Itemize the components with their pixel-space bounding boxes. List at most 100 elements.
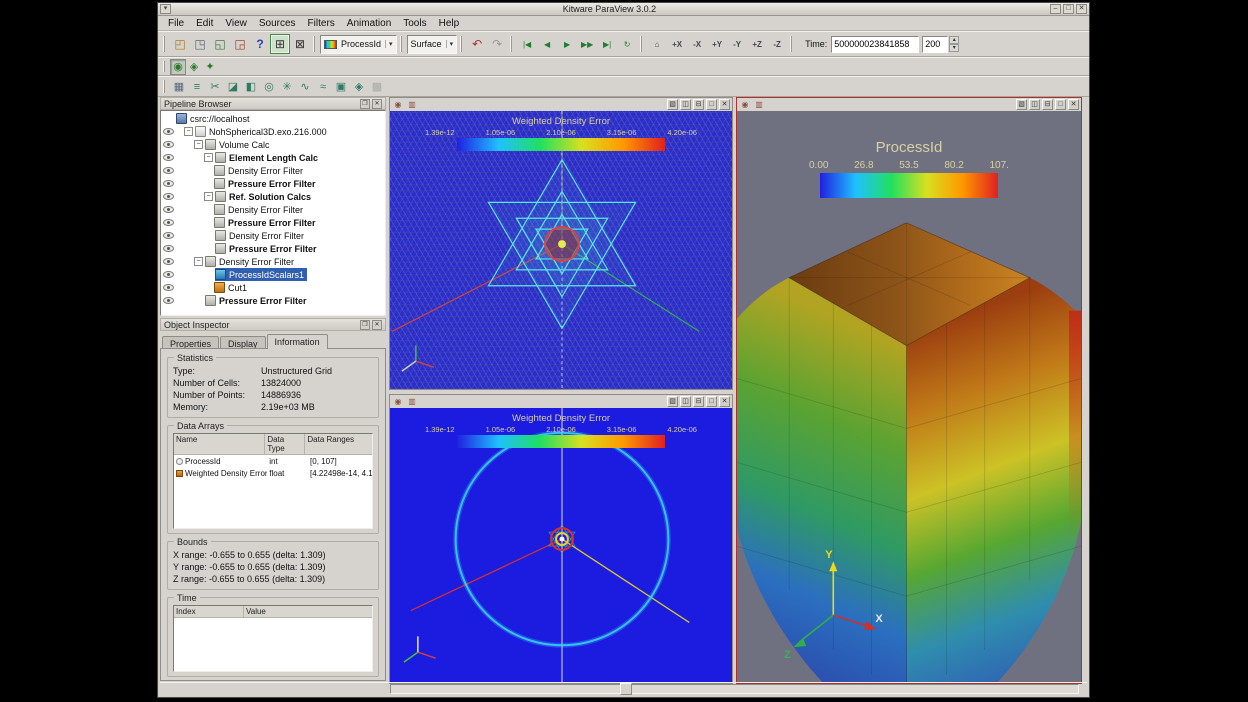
next-frame-button[interactable]: ▶| [597, 34, 617, 54]
dock-float-icon[interactable]: ❐ [360, 320, 370, 330]
stream-tracer-button[interactable]: ∿ [296, 78, 314, 96]
pick-center-button[interactable]: ◈ [186, 59, 202, 75]
warp-filter-button[interactable]: ≈ [314, 78, 332, 96]
clip-filter-button[interactable]: ✂ [206, 78, 224, 96]
toolbar-handle[interactable] [313, 36, 317, 53]
view-minus-z-button[interactable]: -Z [767, 34, 787, 54]
split-vertical-icon[interactable]: ◫ [680, 396, 691, 407]
tree-expander-icon[interactable]: − [194, 257, 203, 266]
close-view-icon[interactable]: ✕ [1068, 99, 1079, 110]
menu-item-help[interactable]: Help [433, 17, 466, 30]
progress-handle[interactable] [620, 683, 632, 695]
extract-group-button[interactable]: ◈ [350, 78, 368, 96]
split-horizontal-icon[interactable]: ⊟ [693, 99, 704, 110]
maximize-button[interactable]: □ [1063, 4, 1074, 14]
pipeline-tree-item[interactable]: Density Error Filter [161, 229, 385, 242]
pipeline-tree-item[interactable]: Cut1 [161, 281, 385, 294]
disconnect-server-button[interactable]: ◲ [230, 34, 250, 54]
split-vertical-icon[interactable]: ◫ [680, 99, 691, 110]
menu-item-tools[interactable]: Tools [397, 17, 432, 30]
tree-expander-icon[interactable]: − [194, 140, 203, 149]
pipeline-tree-item[interactable]: Pressure Error Filter [161, 177, 385, 190]
menu-item-edit[interactable]: Edit [190, 17, 219, 30]
data-arrays-table[interactable]: Name Data Type Data Ranges ProcessId int… [173, 433, 373, 529]
spreadsheet-view-button[interactable]: ▦ [170, 78, 188, 96]
toolbar-handle[interactable] [163, 61, 167, 73]
view-book-icon[interactable]: ▥ [406, 99, 418, 110]
visibility-eye-icon[interactable] [163, 167, 174, 174]
maximize-view-icon[interactable]: □ [706, 396, 717, 407]
frame-input[interactable] [922, 36, 948, 53]
color-by-combo[interactable]: ProcessId ▾ [320, 35, 397, 54]
view-minus-x-button[interactable]: -X [687, 34, 707, 54]
dock-close-icon[interactable]: ✕ [372, 320, 382, 330]
close-view-icon[interactable]: ✕ [719, 99, 730, 110]
lookmark-icon[interactable]: ▧ [1016, 99, 1027, 110]
undo-camera-button[interactable]: ↶ [467, 34, 487, 54]
tree-expander-icon[interactable]: − [184, 127, 193, 136]
toolbar-handle[interactable] [790, 36, 794, 53]
pipeline-tree-item[interactable]: Density Error Filter [161, 164, 385, 177]
tab-information[interactable]: Information [267, 334, 328, 349]
visibility-eye-icon[interactable] [163, 180, 174, 187]
split-vertical-icon[interactable]: ◫ [1029, 99, 1040, 110]
view-book-icon[interactable]: ▥ [406, 396, 418, 407]
connect-server-button[interactable]: ◱ [210, 34, 230, 54]
view-camera-icon[interactable]: ◉ [739, 99, 751, 110]
pipeline-tree-item[interactable]: − Ref. Solution Calcs [161, 190, 385, 203]
view-plus-z-button[interactable]: +Z [747, 34, 767, 54]
menu-item-view[interactable]: View [219, 17, 253, 30]
pipeline-tree-item[interactable]: Density Error Filter [161, 203, 385, 216]
render-canvas[interactable]: Weighted Density Error 1.39e-12 1.05e-06… [390, 111, 732, 389]
visibility-eye-icon[interactable] [163, 271, 174, 278]
show-center-button[interactable]: ◉ [170, 59, 186, 75]
menu-item-filters[interactable]: Filters [302, 17, 341, 30]
toolbar-handle[interactable] [640, 36, 644, 53]
dock-close-icon[interactable]: ✕ [372, 99, 382, 109]
visibility-eye-icon[interactable] [163, 297, 174, 304]
menu-item-animation[interactable]: Animation [341, 17, 397, 30]
menu-item-sources[interactable]: Sources [253, 17, 302, 30]
visibility-eye-icon[interactable] [163, 245, 174, 252]
play-button[interactable]: ▶ [557, 34, 577, 54]
open-file-button[interactable]: ◰ [170, 34, 190, 54]
first-frame-button[interactable]: |◀ [517, 34, 537, 54]
time-input[interactable] [831, 36, 919, 53]
visibility-eye-icon[interactable] [163, 206, 174, 213]
toolbar-handle[interactable] [400, 36, 404, 53]
previous-frame-button[interactable]: ◀ [537, 34, 557, 54]
time-table[interactable]: Index Value [173, 605, 373, 672]
glyph-filter-button[interactable]: ✳ [278, 78, 296, 96]
view-camera-icon[interactable]: ◉ [392, 99, 404, 110]
visibility-eye-icon[interactable] [163, 141, 174, 148]
visibility-eye-icon[interactable] [163, 284, 174, 291]
maximize-view-icon[interactable]: □ [706, 99, 717, 110]
visibility-eye-icon[interactable] [163, 219, 174, 226]
view-camera-icon[interactable]: ◉ [392, 396, 404, 407]
close-view-icon[interactable]: ✕ [719, 396, 730, 407]
lookmark-icon[interactable]: ▧ [667, 396, 678, 407]
visibility-eye-icon[interactable] [163, 232, 174, 239]
toolbar-handle[interactable] [163, 36, 167, 53]
pipeline-tree-item[interactable]: − Volume Calc [161, 138, 385, 151]
redo-camera-button[interactable]: ↷ [487, 34, 507, 54]
contour-filter-button[interactable]: ◎ [260, 78, 278, 96]
spin-down-icon[interactable]: ▾ [949, 44, 959, 52]
minimize-button[interactable]: – [1050, 4, 1061, 14]
save-data-button[interactable]: ◳ [190, 34, 210, 54]
toolbar-handle[interactable] [460, 36, 464, 53]
pipeline-tree-item[interactable]: − NohSpherical3D.exo.216.000 [161, 125, 385, 138]
view-plus-x-button[interactable]: +X [667, 34, 687, 54]
view-plus-y-button[interactable]: +Y [707, 34, 727, 54]
calculator-filter-button[interactable]: ≡ [188, 78, 206, 96]
visibility-eye-icon[interactable] [163, 128, 174, 135]
reset-camera-button[interactable]: ⌂ [647, 34, 667, 54]
representation-combo[interactable]: Surface ▾ [407, 35, 458, 54]
help-button[interactable]: ? [250, 34, 270, 54]
tree-expander-icon[interactable]: − [204, 153, 213, 162]
split-horizontal-icon[interactable]: ⊟ [693, 396, 704, 407]
split-horizontal-icon[interactable]: ⊟ [1042, 99, 1053, 110]
slice-filter-button[interactable]: ◪ [224, 78, 242, 96]
toolbar-handle[interactable] [510, 36, 514, 53]
tree-expander-icon[interactable]: − [204, 192, 213, 201]
